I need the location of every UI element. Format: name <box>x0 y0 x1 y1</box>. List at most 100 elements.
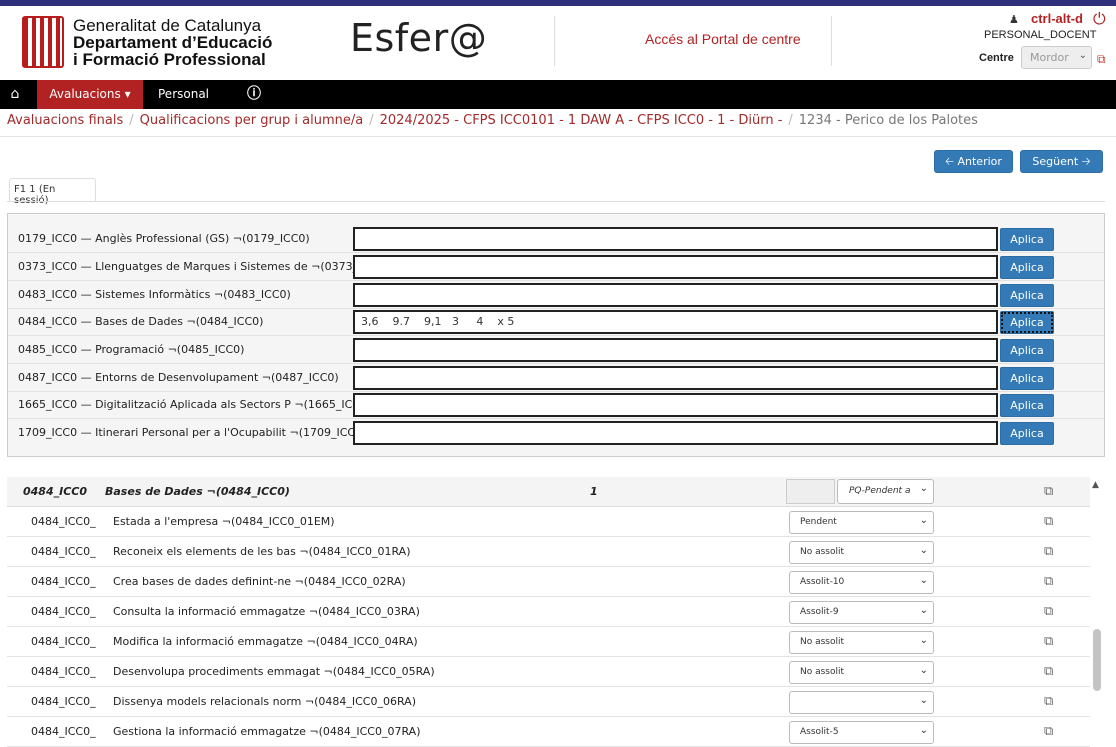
external-link-icon[interactable]: ⧉ <box>1044 634 1053 649</box>
apply-button[interactable]: Aplica <box>1000 339 1054 362</box>
header-divider <box>554 16 555 66</box>
next-button[interactable]: Següent 🡢 <box>1020 150 1103 173</box>
apply-row-label: 0485_ICC0 — Programació ¬(0485_ICC0) <box>18 343 245 356</box>
apply-row-label: 1665_ICC0 — Digitalització Aplicada als … <box>18 398 372 411</box>
generalitat-logo[interactable] <box>22 16 64 68</box>
ra-grade-select[interactable]: Pendent ⌄ <box>789 511 934 534</box>
home-icon[interactable]: ⌂ <box>6 80 24 109</box>
module-status-value: PQ-Pendent a <box>849 486 911 496</box>
apply-button[interactable]: Aplica <box>1000 284 1054 307</box>
ra-code: 0484_ICC0_ <box>31 665 96 678</box>
logo-line-3: i Formació Professional <box>73 50 266 69</box>
table-row: 0484_ICC0_ Modifica la informació emmaga… <box>7 627 1090 657</box>
grades-input[interactable] <box>353 366 998 390</box>
ra-code: 0484_ICC0_ <box>31 695 96 708</box>
ra-name: Gestiona la informació emmagatze ¬(0484_… <box>113 725 421 738</box>
ra-grade-select[interactable]: Assolit-9 ⌄ <box>789 601 934 624</box>
header-divider <box>831 16 832 66</box>
ra-name: Consulta la informació emmagatze ¬(0484_… <box>113 605 420 618</box>
ra-grade-select[interactable]: No assolit ⌄ <box>789 541 934 564</box>
apply-row: 0179_ICC0 — Anglès Professional (GS) ¬(0… <box>8 225 1104 253</box>
grades-input[interactable] <box>353 338 998 362</box>
breadcrumb-item[interactable]: Avaluacions finals <box>7 113 123 128</box>
breadcrumb-item[interactable]: 2024/2025 - CFPS ICC0101 - 1 DAW A - CFP… <box>380 113 783 128</box>
table-row: 0484_ICC0_ Estada a l'empresa ¬(0484_ICC… <box>7 507 1090 537</box>
ra-grade-select[interactable]: Assolit-10 ⌄ <box>789 571 934 594</box>
grades-input[interactable] <box>353 255 998 279</box>
external-link-icon[interactable]: ⧉ <box>1097 52 1106 67</box>
page-header: Generalitat de Catalunya Departament d’E… <box>0 6 1116 80</box>
chevron-down-icon: ⌄ <box>919 575 928 586</box>
module-row: 0484_ICC0 Bases de Dades ¬(0484_ICC0) 1 … <box>7 477 1090 507</box>
logo-text[interactable]: Generalitat de Catalunya Departament d’E… <box>73 17 272 68</box>
grades-input[interactable] <box>353 283 998 307</box>
external-link-icon[interactable]: ⧉ <box>1044 604 1053 619</box>
apply-row-label: 0483_ICC0 — Sistemes Informàtics ¬(0483_… <box>18 288 291 301</box>
external-link-icon[interactable]: ⧉ <box>1044 544 1053 559</box>
user-role: PERSONAL_DOCENT <box>984 29 1097 41</box>
ra-name: Desenvolupa procediments emmagat ¬(0484_… <box>113 665 435 678</box>
nav-personal[interactable]: Personal ▾ <box>158 80 218 130</box>
ra-name: Estada a l'empresa ¬(0484_ICC0_01EM) <box>113 515 335 528</box>
apply-button[interactable]: Aplica <box>1000 228 1054 251</box>
power-icon[interactable]: ⏻ <box>1093 9 1106 29</box>
external-link-icon[interactable]: ⧉ <box>1044 514 1053 529</box>
ra-grade-select[interactable]: Assolit-5 ⌄ <box>789 721 934 744</box>
breadcrumb-separator: / <box>129 113 134 128</box>
apply-button[interactable]: Aplica <box>1000 422 1054 445</box>
apply-button[interactable]: Aplica <box>1000 367 1054 390</box>
apply-row-label: 0373_ICC0 — Llenguatges de Marques i Sis… <box>18 260 389 273</box>
info-icon[interactable]: ⓘ <box>246 80 262 109</box>
table-row: 0484_ICC0_ Consulta la informació emmaga… <box>7 597 1090 627</box>
apply-row: 1709_ICC0 — Itinerari Personal per a l'O… <box>8 419 1104 447</box>
chevron-down-icon: ⌄ <box>919 483 928 494</box>
apply-row: 0373_ICC0 — Llenguatges de Marques i Sis… <box>8 253 1104 281</box>
external-link-icon[interactable]: ⧉ <box>1044 664 1053 679</box>
table-row: 0484_ICC0_ Desenvolupa procediments emma… <box>7 657 1090 687</box>
module-status-select[interactable]: PQ-Pendent a ⌄ <box>837 479 934 504</box>
user-icon: ♟ <box>1009 13 1019 26</box>
grades-input[interactable]: 3,6 9.7 9,1 3 4 x 5 <box>353 310 998 334</box>
grades-input[interactable] <box>353 421 998 445</box>
previous-button[interactable]: 🡠 Anterior <box>934 150 1013 173</box>
ra-name: Crea bases de dades definint-ne ¬(0484_I… <box>113 575 406 588</box>
chevron-down-icon: ⌄ <box>919 665 928 676</box>
external-link-icon[interactable]: ⧉ <box>1044 694 1053 709</box>
tab-session[interactable]: F1 1 (En sessió) <box>9 178 96 206</box>
external-link-icon[interactable]: ⧉ <box>1044 574 1053 589</box>
apply-row: 1665_ICC0 — Digitalització Aplicada als … <box>8 391 1104 419</box>
ra-grade-select[interactable]: No assolit ⌄ <box>789 661 934 684</box>
apply-button[interactable]: Aplica <box>1000 394 1054 417</box>
nav-avaluacions[interactable]: Avaluacions ▾ <box>37 80 143 109</box>
breadcrumb: Avaluacions finals / Qualificacions per gr… <box>7 113 978 128</box>
logo-line-1: Generalitat de Catalunya <box>73 16 262 35</box>
apply-row-label: 0179_ICC0 — Anglès Professional (GS) ¬(0… <box>18 232 310 245</box>
module-grade-input[interactable] <box>786 479 835 504</box>
external-link-icon[interactable]: ⧉ <box>1044 724 1053 739</box>
ra-grade-select[interactable]: No assolit ⌄ <box>789 631 934 654</box>
ra-name: Reconeix els elements de les bas ¬(0484_… <box>113 545 411 558</box>
scroll-thumb[interactable] <box>1093 629 1101 691</box>
apply-button[interactable]: Aplica <box>1000 256 1054 279</box>
breadcrumb-item[interactable]: Qualificacions per grup i alumne/a <box>140 113 364 128</box>
user-name-link[interactable]: ctrl-alt-d <box>1031 11 1083 26</box>
ra-name: Modifica la informació emmagatze ¬(0484_… <box>113 635 418 648</box>
scroll-up-icon[interactable]: ▲ <box>1092 480 1099 490</box>
nav-avaluacions-label: Avaluacions <box>49 87 121 101</box>
centre-select[interactable]: Mordor ⌄ <box>1021 46 1092 69</box>
grades-input[interactable] <box>353 393 998 417</box>
apply-button[interactable]: Aplica <box>1000 311 1054 334</box>
grades-input[interactable] <box>353 227 998 251</box>
ra-grade-value: Assolit-10 <box>800 577 845 587</box>
tab-divider <box>7 201 1105 202</box>
ra-code: 0484_ICC0_ <box>31 545 96 558</box>
grid-scrollbar[interactable]: ▲ <box>1091 477 1103 747</box>
portal-centre-link[interactable]: Accés al Portal de centre <box>645 31 801 47</box>
external-link-icon[interactable]: ⧉ <box>1044 484 1053 499</box>
grades-grid: 0484_ICC0 Bases de Dades ¬(0484_ICC0) 1 … <box>7 477 1090 747</box>
logo-line-2: Departament d’Educació <box>73 33 273 52</box>
ra-grade-select[interactable]: ⌄ <box>789 691 934 714</box>
module-code: 0484_ICC0 <box>23 485 88 498</box>
table-row: 0484_ICC0_ Crea bases de dades definint-… <box>7 567 1090 597</box>
table-row: 0484_ICC0_ Dissenya models relacionals n… <box>7 687 1090 717</box>
